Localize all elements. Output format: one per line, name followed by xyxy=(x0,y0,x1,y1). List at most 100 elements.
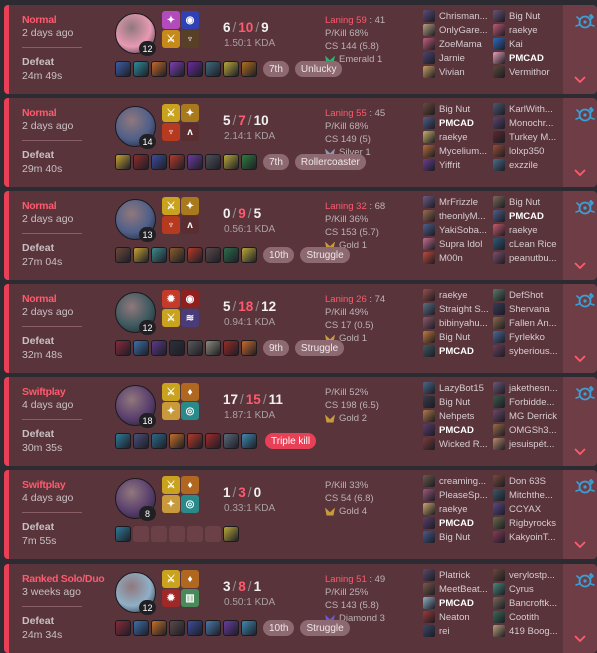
item-icon[interactable] xyxy=(223,340,239,356)
item-icon[interactable] xyxy=(187,247,203,263)
participant[interactable]: Neaton xyxy=(423,610,493,624)
participant[interactable]: ZoeMama xyxy=(423,37,493,51)
item-icon[interactable] xyxy=(223,620,239,636)
participant[interactable]: OnlyGare... xyxy=(423,23,493,37)
participant[interactable]: Kai xyxy=(493,37,561,51)
item-icon[interactable] xyxy=(133,620,149,636)
item-icon[interactable] xyxy=(169,154,185,170)
participant[interactable]: peanutbu... xyxy=(493,251,561,265)
participant[interactable]: PMCAD xyxy=(423,596,493,610)
match-row[interactable]: Normal 2 days ago Defeat 32m 48s 12 ✹ ◉ ⚔ ≋ 5/18/… xyxy=(4,284,597,373)
chevron-down-icon[interactable] xyxy=(574,448,586,456)
participant[interactable]: KakyoinT... xyxy=(493,530,561,544)
item-icon[interactable] xyxy=(115,433,131,449)
participant[interactable]: Big Nut xyxy=(423,330,493,344)
add-to-compare-icon[interactable] xyxy=(574,13,596,31)
item-icon[interactable] xyxy=(115,154,131,170)
item-icon[interactable] xyxy=(205,433,221,449)
participant[interactable]: Vermithor xyxy=(493,65,561,79)
item-icon[interactable] xyxy=(115,620,131,636)
participant[interactable]: Platrick xyxy=(423,568,493,582)
match-row[interactable]: Ranked Solo/Duo 3 weeks ago Defeat 24m 34s 1… xyxy=(4,564,597,653)
empty-item-slot[interactable] xyxy=(151,526,167,542)
participant[interactable]: Shervana xyxy=(493,302,561,316)
participant[interactable]: Nehpets xyxy=(423,409,493,423)
participant[interactable]: PMCAD xyxy=(423,116,493,130)
participant[interactable]: MrFrizzle xyxy=(423,195,493,209)
item-icon[interactable] xyxy=(205,247,221,263)
participant[interactable]: Straight S... xyxy=(423,302,493,316)
participant[interactable]: PMCAD xyxy=(493,209,561,223)
participant[interactable]: PMCAD xyxy=(423,344,493,358)
participant[interactable]: Monochr... xyxy=(493,116,561,130)
chevron-down-icon[interactable] xyxy=(574,262,586,270)
item-icon[interactable] xyxy=(169,61,185,77)
chevron-down-icon[interactable] xyxy=(574,169,586,177)
item-icon[interactable] xyxy=(187,61,203,77)
item-icon[interactable] xyxy=(223,526,239,542)
participant[interactable]: LazyBot15 xyxy=(423,381,493,395)
participant[interactable]: bibinyahu... xyxy=(423,316,493,330)
match-row[interactable]: Normal 2 days ago Defeat 24m 49s 12 ✦ ◉ ⚔ ♆ 6/10/… xyxy=(4,5,597,94)
participant[interactable]: Bancroftk... xyxy=(493,596,561,610)
participant[interactable]: KarlWith... xyxy=(493,102,561,116)
match-row[interactable]: Swiftplay 4 days ago Defeat 30m 35s 18 ⚔ ♦ ✦ ◎ 17… xyxy=(4,377,597,466)
item-icon[interactable] xyxy=(115,247,131,263)
participant[interactable]: lolxp350 xyxy=(493,144,561,158)
participant[interactable]: Jarnie xyxy=(423,51,493,65)
participant[interactable]: Wicked R... xyxy=(423,437,493,451)
item-icon[interactable] xyxy=(151,61,167,77)
participant[interactable]: cLean Rice xyxy=(493,237,561,251)
participant[interactable]: verylostp... xyxy=(493,568,561,582)
item-icon[interactable] xyxy=(169,433,185,449)
participant[interactable]: MG Derrick xyxy=(493,409,561,423)
item-icon[interactable] xyxy=(205,620,221,636)
chevron-down-icon[interactable] xyxy=(574,76,586,84)
participant[interactable]: Vivian xyxy=(423,65,493,79)
empty-item-slot[interactable] xyxy=(205,526,221,542)
add-to-compare-icon[interactable] xyxy=(574,385,596,403)
item-icon[interactable] xyxy=(187,620,203,636)
item-icon[interactable] xyxy=(241,340,257,356)
participant[interactable]: PMCAD xyxy=(423,516,493,530)
item-icon[interactable] xyxy=(223,433,239,449)
item-icon[interactable] xyxy=(151,340,167,356)
empty-item-slot[interactable] xyxy=(169,526,185,542)
participant[interactable]: Mitchthe... xyxy=(493,488,561,502)
item-icon[interactable] xyxy=(169,340,185,356)
participant[interactable]: raekye xyxy=(423,502,493,516)
chevron-down-icon[interactable] xyxy=(574,355,586,363)
participant[interactable]: Fallen An... xyxy=(493,316,561,330)
item-icon[interactable] xyxy=(187,154,203,170)
participant[interactable]: Fyrlekko xyxy=(493,330,561,344)
participant[interactable]: jakethesn... xyxy=(493,381,561,395)
item-icon[interactable] xyxy=(133,433,149,449)
participant[interactable]: Mycelium... xyxy=(423,144,493,158)
add-to-compare-icon[interactable] xyxy=(574,478,596,496)
participant[interactable]: jesuispét... xyxy=(493,437,561,451)
match-row[interactable]: Normal 2 days ago Defeat 27m 04s 13 ⚔ ✦ ♆ ʌ 0/9/5… xyxy=(4,191,597,280)
participant[interactable]: Yiffrit xyxy=(423,158,493,172)
participant[interactable]: raekye xyxy=(493,223,561,237)
item-icon[interactable] xyxy=(241,433,257,449)
item-icon[interactable] xyxy=(187,340,203,356)
participant[interactable]: Chrisman... xyxy=(423,9,493,23)
item-icon[interactable] xyxy=(205,154,221,170)
participant[interactable]: creaming... xyxy=(423,474,493,488)
item-icon[interactable] xyxy=(169,247,185,263)
participant[interactable]: PMCAD xyxy=(423,423,493,437)
participant[interactable]: YakiSoba... xyxy=(423,223,493,237)
item-icon[interactable] xyxy=(133,247,149,263)
participant[interactable]: CCYAX xyxy=(493,502,561,516)
participant[interactable]: DefShot xyxy=(493,288,561,302)
item-icon[interactable] xyxy=(241,620,257,636)
participant[interactable]: Don 63S xyxy=(493,474,561,488)
add-to-compare-icon[interactable] xyxy=(574,106,596,124)
item-icon[interactable] xyxy=(115,526,131,542)
participant[interactable]: PMCAD xyxy=(493,51,561,65)
item-icon[interactable] xyxy=(151,154,167,170)
item-icon[interactable] xyxy=(169,620,185,636)
participant[interactable]: Big Nut xyxy=(493,195,561,209)
participant[interactable]: PleaseSp... xyxy=(423,488,493,502)
item-icon[interactable] xyxy=(241,247,257,263)
